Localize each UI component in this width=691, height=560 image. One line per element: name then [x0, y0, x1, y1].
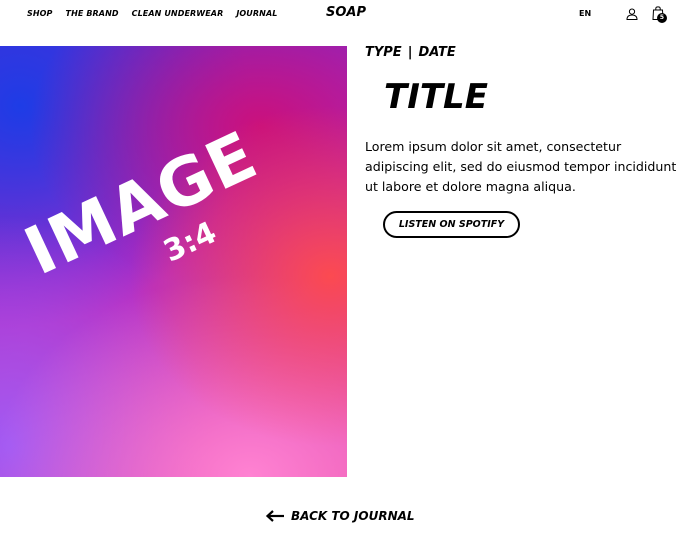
article-title: TITLE [384, 77, 488, 117]
article-body: Lorem ipsum dolor sit amet, consectetur … [365, 139, 677, 194]
arrow-left-icon [265, 510, 284, 522]
main-nav: SHOP THE BRAND CLEAN UNDERWEAR JOURNAL [27, 9, 277, 18]
article-type: TYPE [365, 45, 402, 60]
listen-on-spotify-button[interactable]: LISTEN ON SPOTIFY [383, 211, 520, 238]
user-icon[interactable] [626, 8, 638, 20]
nav-link-clean-underwear[interactable]: CLEAN UNDERWEAR [132, 9, 224, 18]
back-to-journal-link[interactable]: BACK TO JOURNAL [265, 509, 415, 523]
meta-separator: | [407, 45, 413, 60]
article-meta: TYPE | DATE [365, 45, 456, 60]
hero-placeholder-text: IMAGE 3:4 [0, 85, 330, 339]
hero-placeholder-title: IMAGE [13, 116, 269, 291]
cart-count-badge: 5 [657, 13, 667, 23]
spotify-button-label: LISTEN ON SPOTIFY [398, 219, 505, 230]
language-selector[interactable]: EN [579, 9, 591, 18]
back-to-journal-label: BACK TO JOURNAL [291, 509, 415, 523]
nav-link-the-brand[interactable]: THE BRAND [66, 9, 119, 18]
hero-image-placeholder: IMAGE 3:4 [0, 46, 347, 477]
nav-link-shop[interactable]: SHOP [27, 9, 53, 18]
site-logo[interactable]: SOAP [326, 5, 366, 20]
nav-link-journal[interactable]: JOURNAL [236, 9, 277, 18]
article-date: DATE [418, 45, 456, 60]
site-header: SHOP THE BRAND CLEAN UNDERWEAR JOURNAL S… [0, 0, 691, 30]
